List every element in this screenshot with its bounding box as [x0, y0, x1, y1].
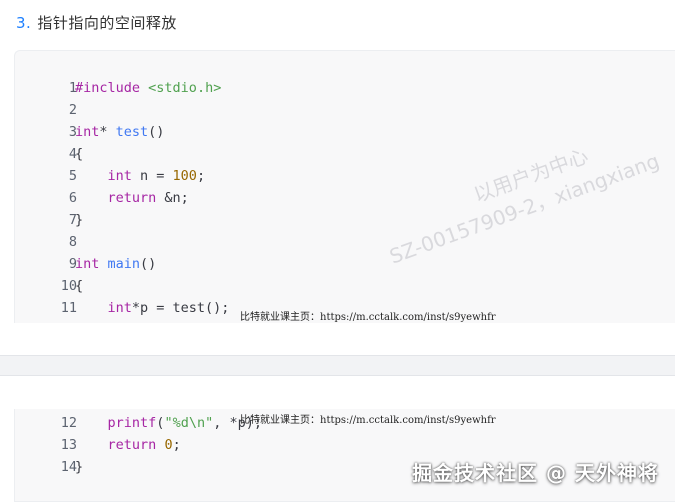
code-token: int: [75, 124, 100, 140]
code-token: 0: [164, 437, 173, 453]
code-line: 1 #include <stdio.h>: [15, 77, 675, 99]
code-line: 10{: [15, 275, 675, 297]
code-line: 13 return 0;: [15, 434, 675, 456]
code-line: 8: [15, 231, 675, 253]
code-text: }: [75, 456, 83, 478]
code-token: test: [115, 124, 149, 140]
line-number: 7: [68, 212, 77, 228]
line-number: 3: [68, 124, 77, 140]
line-number: 1: [68, 80, 77, 96]
code-line: 3 int* test(): [15, 121, 675, 143]
code-token: (): [148, 124, 165, 140]
line-number: 5: [68, 168, 77, 184]
code-token: return: [107, 190, 157, 206]
code-token: ;: [196, 168, 206, 184]
code-token: ;: [172, 437, 181, 453]
line-number: 10: [60, 278, 77, 294]
line-number: 6: [68, 190, 77, 206]
code-token: <stdio.h>: [148, 80, 222, 96]
code-text: int n = 100;: [75, 165, 206, 187]
code-token: }: [75, 459, 84, 475]
code-text: {: [75, 143, 83, 165]
code-text: }: [75, 209, 83, 231]
code-text: int main(): [75, 253, 156, 275]
code-line: 7}: [15, 209, 675, 231]
code-token: n =: [131, 168, 173, 184]
line-number: 14: [60, 459, 77, 475]
line-number: 12: [60, 415, 77, 431]
code-text: return &n;: [75, 187, 189, 209]
code-text: int*p = test();: [75, 297, 230, 319]
code-token: return: [107, 437, 157, 453]
line-number: 2: [68, 102, 77, 118]
line-number: 13: [60, 437, 77, 453]
code-token: {: [75, 278, 84, 294]
section-heading: 3. 指针指向的空间释放: [16, 12, 177, 33]
code-token: &n;: [156, 190, 189, 206]
code-token: int: [75, 256, 100, 272]
code-token: #include: [75, 80, 141, 96]
site-watermark: 掘金技术社区 @ 天外神将: [412, 461, 659, 485]
code-token: main: [107, 256, 141, 272]
line-number: 9: [68, 256, 77, 272]
code-line: 2: [15, 99, 675, 121]
code-token: int: [107, 168, 132, 184]
line-number: 11: [60, 300, 77, 316]
page-break: [0, 355, 675, 376]
code-text: {: [75, 275, 83, 297]
code-line: 9 int main(): [15, 253, 675, 275]
line-number: 8: [68, 234, 77, 250]
section-number: 3.: [16, 14, 32, 32]
code-token: 100: [172, 168, 197, 184]
header-note-watermark: 比特就业课主页：https://m.cctalk.com/inst/s9yewh…: [240, 415, 496, 426]
line-number: 4: [68, 146, 77, 162]
code-text: #include <stdio.h>: [75, 77, 221, 99]
code-token: *: [99, 124, 116, 140]
code-token: }: [75, 212, 84, 228]
code-token: (): [140, 256, 157, 272]
code-text: printf("%d\n", *p);: [75, 412, 262, 434]
code-text: int* test(): [75, 121, 164, 143]
code-token: *p = test();: [131, 300, 230, 316]
code-token: int: [107, 300, 132, 316]
footer-note-watermark: 比特就业课主页：https://m.cctalk.com/inst/s9yewh…: [240, 312, 496, 323]
code-token: "%d\n": [164, 415, 214, 431]
code-token: printf: [107, 415, 157, 431]
section-title: 指针指向的空间释放: [37, 14, 177, 32]
code-text: return 0;: [75, 434, 181, 456]
code-token: {: [75, 146, 84, 162]
